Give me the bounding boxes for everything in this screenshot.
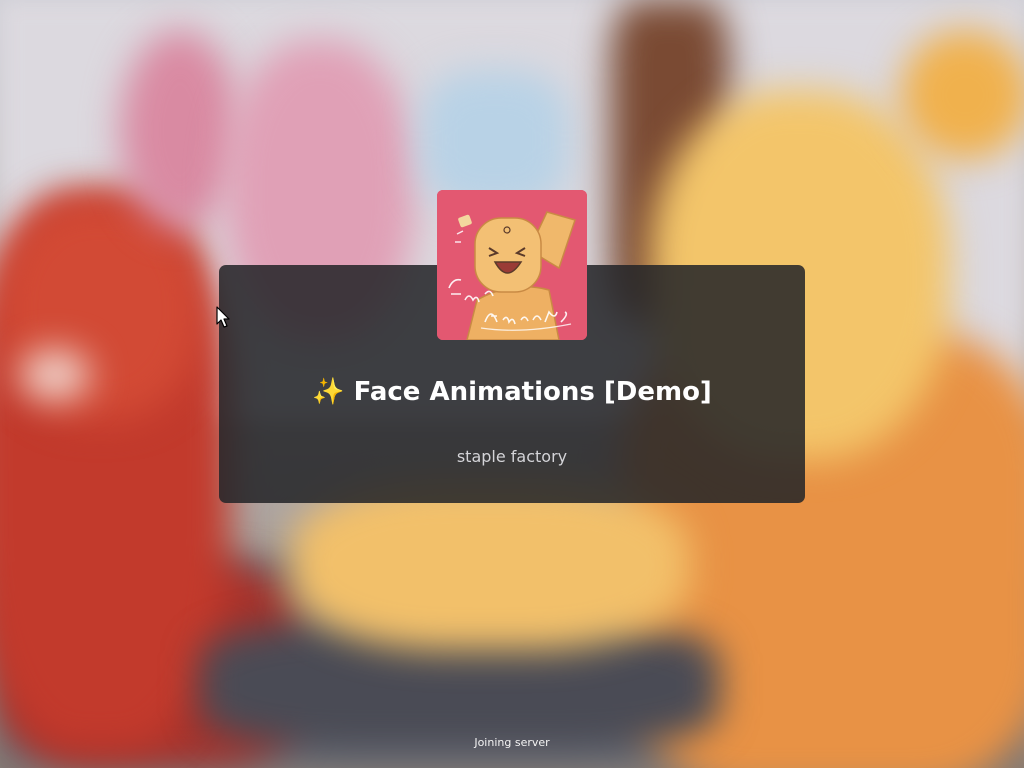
experience-title: ✨ Face Animations [Demo] xyxy=(312,377,712,407)
mouse-cursor-icon xyxy=(216,306,230,328)
background-pink-figure-left xyxy=(120,30,240,230)
game-thumbnail-icon xyxy=(437,190,587,340)
background-orange-dots xyxy=(900,30,1024,160)
loading-status-text: Joining server xyxy=(474,736,550,749)
background-yellow-arm xyxy=(290,480,690,650)
background-blue-object xyxy=(420,70,570,210)
background-red-mouth xyxy=(20,350,90,400)
experience-creator: staple factory xyxy=(456,447,568,466)
